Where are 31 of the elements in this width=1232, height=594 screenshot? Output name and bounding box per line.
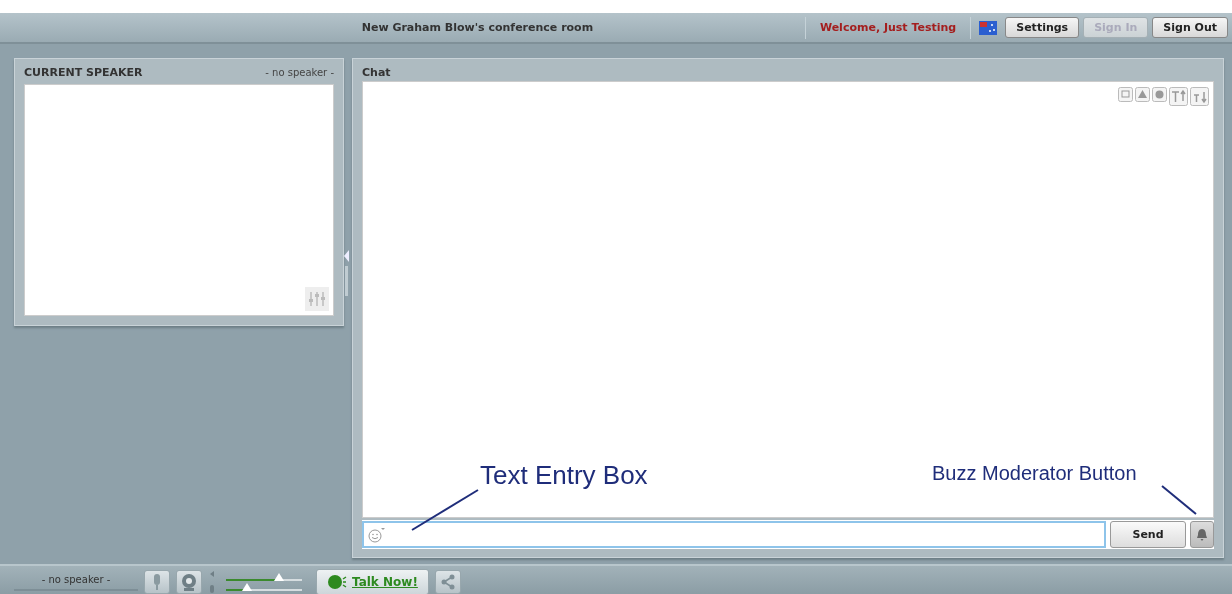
speaker-status: - no speaker - bbox=[265, 66, 334, 78]
text-smaller-icon[interactable] bbox=[1190, 87, 1209, 106]
microphone-button[interactable] bbox=[144, 570, 170, 594]
buzz-button[interactable] bbox=[1190, 521, 1214, 548]
text-larger-icon[interactable] bbox=[1169, 87, 1188, 106]
room-title: New Graham Blow's conference room bbox=[360, 21, 595, 34]
annotation-label: Text Entry Box bbox=[480, 460, 648, 491]
leader-line bbox=[1161, 485, 1197, 515]
share-icon bbox=[439, 574, 456, 590]
equalizer-icon[interactable] bbox=[305, 287, 329, 311]
warning-icon[interactable] bbox=[1135, 87, 1150, 102]
speaker-volume-icon bbox=[208, 570, 216, 594]
webcam-icon bbox=[180, 573, 198, 591]
send-button[interactable]: Send bbox=[1110, 521, 1186, 548]
microphone-icon bbox=[151, 573, 163, 591]
leader-line bbox=[411, 489, 479, 531]
flag-icon bbox=[979, 20, 998, 35]
speaker-status: - no speaker - bbox=[14, 573, 138, 591]
annotation-label: Buzz Moderator Button bbox=[932, 462, 1137, 485]
text-entry-field[interactable] bbox=[362, 521, 1106, 548]
welcome-text: Welcome, Just Testing bbox=[804, 16, 972, 39]
header-button[interactable]: Settings bbox=[1005, 17, 1080, 38]
header-button[interactable]: Sign Out bbox=[1152, 17, 1228, 38]
panel-title: CURRENT SPEAKER bbox=[24, 65, 143, 79]
collapse-handle-icon[interactable] bbox=[343, 250, 350, 298]
bell-icon bbox=[1195, 527, 1209, 542]
webcam-button[interactable] bbox=[176, 570, 202, 594]
share-button[interactable] bbox=[434, 570, 461, 594]
panel-title: Chat bbox=[362, 65, 391, 79]
smiley-icon[interactable] bbox=[368, 526, 386, 543]
speaking-head-icon bbox=[327, 574, 347, 590]
